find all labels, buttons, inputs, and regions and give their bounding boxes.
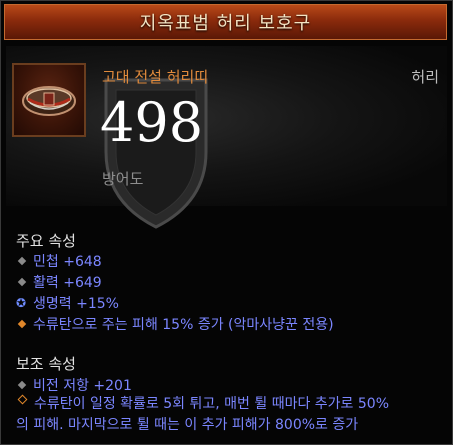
legendary-affix-line-2: 의 피해. 마지막으로 튈 때는 이 추가 피해가 800%로 증가: [16, 417, 359, 433]
orange-diamond-icon: [17, 319, 27, 329]
hollow-orange-diamond-icon: [17, 394, 28, 405]
item-slot-label: 허리: [411, 68, 439, 86]
item-title-bar: 지옥표범 허리 보호구: [4, 4, 447, 40]
primary-attributes-heading: 주요 속성: [16, 232, 76, 250]
stat-dexterity: 민첩 +648: [16, 251, 102, 271]
armor-value: 498: [100, 91, 204, 154]
stat-vitality: 활력 +649: [16, 272, 102, 292]
item-title: 지옥표범 허리 보호구: [139, 13, 312, 34]
item-type-label: 고대 전설 허리띠: [102, 68, 209, 86]
legendary-affix-line-1: 수류탄이 일정 확률로 5회 튀고, 매번 튈 때마다 추가로 50%: [34, 396, 390, 412]
secondary-attributes-heading: 보조 속성: [16, 355, 76, 373]
gray-diamond-icon: [17, 256, 27, 266]
stat-life: ✪ 생명력 +15%: [16, 296, 119, 312]
gray-diamond-icon: [17, 277, 27, 287]
swirl-icon: ✪: [16, 296, 27, 310]
legendary-affix-bullet: [16, 394, 34, 405]
item-belt-icon: [12, 63, 86, 137]
stat-grenade-damage: 수류탄으로 주는 피해 15% 증가 (악마사냥꾼 전용): [16, 314, 334, 334]
gray-diamond-icon: [17, 380, 27, 390]
armor-label: 방어도: [102, 170, 144, 188]
stat-arcane-resist: 비전 저항 +201: [16, 375, 132, 395]
